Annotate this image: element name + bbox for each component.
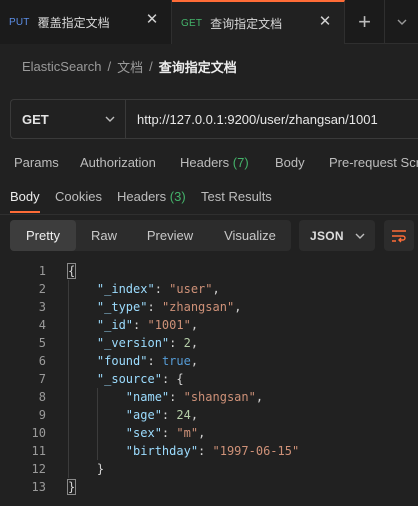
code-line: 1{ <box>0 262 418 280</box>
view-visualize-button[interactable]: Visualize <box>210 220 290 251</box>
code-text: "_index": "user", <box>96 282 220 296</box>
code-line: 4 "_id": "1001", <box>0 316 418 334</box>
line-number: 10 <box>31 426 46 440</box>
close-icon[interactable]: ✕ <box>145 12 159 28</box>
code-line: 2 "_index": "user", <box>0 280 418 298</box>
headers-count: (7) <box>232 155 249 170</box>
tab-headers[interactable]: Headers (7) <box>180 155 249 170</box>
chevron-down-icon[interactable] <box>386 0 418 44</box>
line-number: 4 <box>38 318 46 332</box>
breadcrumb-separator: / <box>149 58 153 74</box>
line-number: 13 <box>31 480 46 494</box>
active-tab-indicator <box>10 211 40 213</box>
view-preview-button[interactable]: Preview <box>134 220 206 251</box>
method-value: GET <box>22 111 49 127</box>
code-text: "age": 24, <box>125 408 199 422</box>
code-text: "_type": "zhangsan", <box>96 300 242 314</box>
code-line: 5 "_version": 2, <box>0 334 418 352</box>
breadcrumb: ElasticSearch / 文档 / 查询指定文档 <box>22 57 237 75</box>
close-icon[interactable]: ✕ <box>318 14 332 30</box>
code-text: "found": true, <box>96 354 199 368</box>
code-line: 6 "found": true, <box>0 352 418 370</box>
response-tab-cookies[interactable]: Cookies <box>55 189 102 204</box>
line-number: 2 <box>38 282 46 296</box>
line-number: 1 <box>38 264 46 278</box>
tab-pre-request-script[interactable]: Pre-request Scr <box>329 155 418 170</box>
view-raw-button[interactable]: Raw <box>76 220 132 251</box>
tab-get-query-document[interactable]: GET 查询指定文档 ✕ <box>172 0 345 44</box>
request-tabs: Params Authorization Headers (7) Body Pr… <box>0 150 418 176</box>
code-line: 11 "birthday": "1997-06-15" <box>0 442 418 460</box>
format-select[interactable]: JSON <box>299 220 375 251</box>
tab-title: 查询指定文档 <box>210 16 283 31</box>
response-tab-headers-label: Headers <box>117 189 167 204</box>
response-body-viewer[interactable]: 1{2 "_index": "user", 3 "_type": "zhangsa… <box>0 262 418 506</box>
tab-put-overwrite-document[interactable]: PUT 覆盖指定文档 ✕ <box>0 0 172 44</box>
breadcrumb-separator: / <box>107 58 112 74</box>
chevron-down-icon <box>355 233 365 239</box>
line-number: 12 <box>31 462 46 476</box>
request-name[interactable]: 查询指定文档 <box>159 57 237 76</box>
line-number: 8 <box>38 390 46 404</box>
tab-authorization[interactable]: Authorization <box>80 155 156 170</box>
plus-icon[interactable]: + <box>345 0 385 44</box>
response-tab-headers[interactable]: Headers (3) <box>117 189 186 204</box>
url-input[interactable]: http://127.0.0.1:9200/user/zhangsan/1001 <box>137 100 378 138</box>
response-tabs: Body Cookies Headers (3) Test Results <box>0 183 418 215</box>
code-text: "_version": 2, <box>96 336 199 350</box>
line-number: 6 <box>38 354 46 368</box>
code-line: 12 } <box>0 460 418 478</box>
code-line: 10 "sex": "m", <box>0 424 418 442</box>
chevron-down-icon <box>105 116 115 122</box>
breadcrumb-folder[interactable]: 文档 <box>117 57 143 76</box>
tab-method: PUT <box>9 16 30 28</box>
tab-method: GET <box>181 17 203 29</box>
code-text: "_id": "1001", <box>96 318 199 332</box>
view-pretty-button[interactable]: Pretty <box>10 220 76 251</box>
tab-strip: PUT 覆盖指定文档 ✕ GET 查询指定文档 ✕ + <box>0 0 418 44</box>
tab-title: 覆盖指定文档 <box>37 15 110 30</box>
format-value: JSON <box>310 228 344 243</box>
line-number: 5 <box>38 336 46 350</box>
method-select[interactable]: GET <box>11 100 126 138</box>
tab-body[interactable]: Body <box>275 155 305 170</box>
line-number: 3 <box>38 300 46 314</box>
code-text: "sex": "m", <box>125 426 206 440</box>
wrap-lines-icon[interactable] <box>384 220 414 251</box>
code-line: 3 "_type": "zhangsan", <box>0 298 418 316</box>
line-number: 7 <box>38 372 46 386</box>
url-bar: GET http://127.0.0.1:9200/user/zhangsan/… <box>10 99 418 139</box>
tab-headers-label: Headers <box>180 155 230 170</box>
code-text: "birthday": "1997-06-15" <box>125 444 300 458</box>
code-text: "_source": { <box>96 372 184 386</box>
response-tab-test-results[interactable]: Test Results <box>201 189 272 204</box>
breadcrumb-collection[interactable]: ElasticSearch <box>22 59 101 74</box>
code-text: "name": "shangsan", <box>125 390 264 404</box>
code-line: 8 "name": "shangsan", <box>0 388 418 406</box>
code-text: { <box>66 263 77 279</box>
response-tab-body[interactable]: Body <box>10 189 40 204</box>
code-line: 7 "_source": { <box>0 370 418 388</box>
view-mode-selector: Pretty Raw Preview Visualize <box>10 220 291 251</box>
code-line: 13} <box>0 478 418 496</box>
code-text: } <box>68 462 105 476</box>
tab-params[interactable]: Params <box>14 155 59 170</box>
response-headers-count: (3) <box>169 189 186 204</box>
code-line: 9 "age": 24, <box>0 406 418 424</box>
code-text: } <box>66 479 77 495</box>
line-number: 9 <box>38 408 46 422</box>
line-number: 11 <box>31 444 46 458</box>
